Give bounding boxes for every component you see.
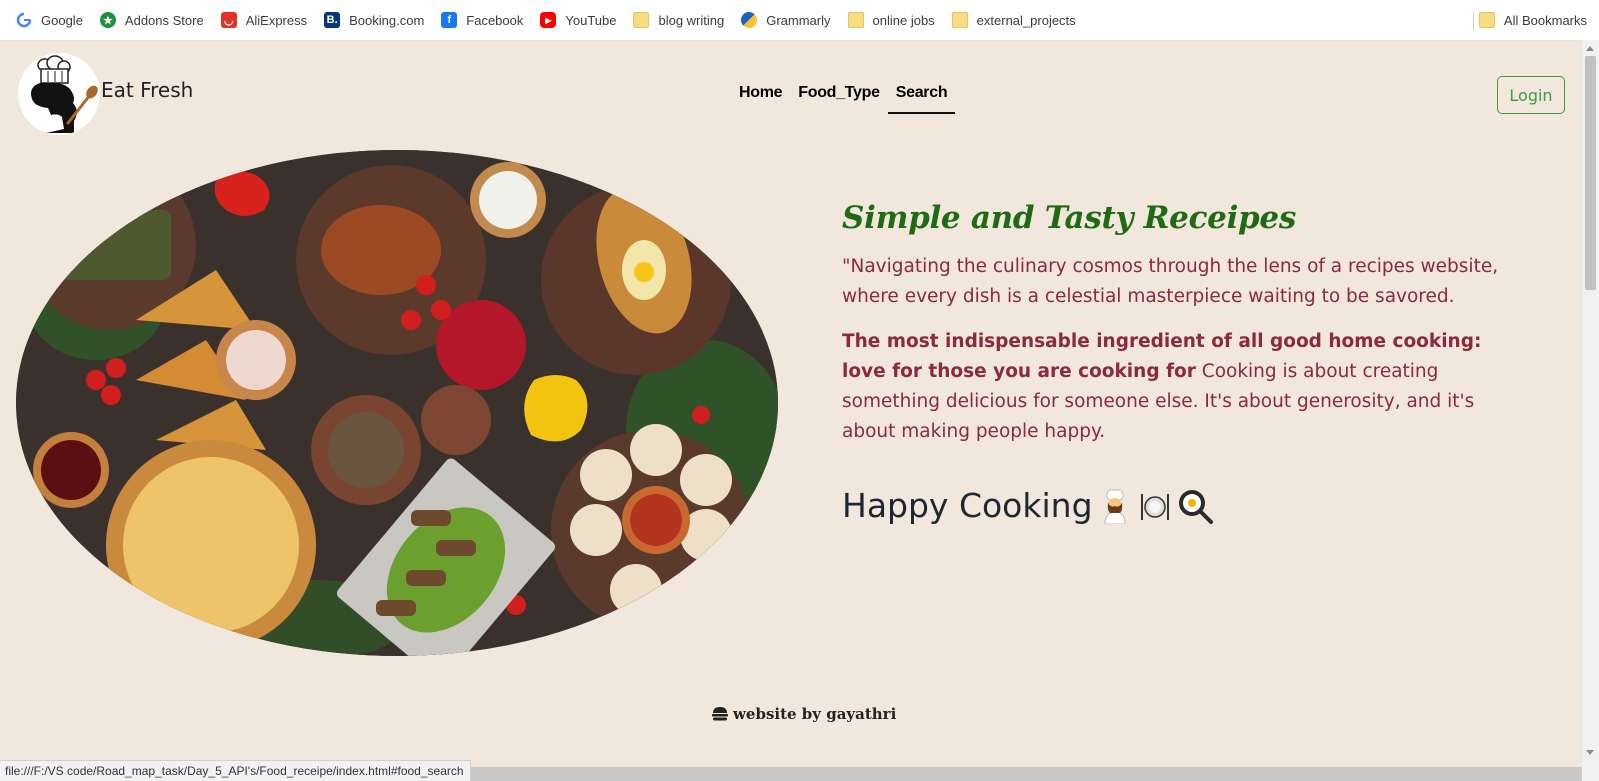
- login-button[interactable]: Login: [1497, 76, 1565, 114]
- addons-store-icon: ★: [99, 12, 116, 28]
- burger-icon: [712, 707, 728, 721]
- hero-quote: "Navigating the culinary cosmos through …: [842, 256, 1499, 307]
- chef-logo-icon: [31, 55, 98, 133]
- all-bookmarks-label: All Bookmarks: [1503, 12, 1587, 28]
- nav-food-type[interactable]: Food_Type: [790, 80, 887, 114]
- hero-tagline: Simple and Tasty Receipes: [842, 200, 1297, 236]
- bookmark-external-projects[interactable]: external_projects: [951, 12, 1076, 28]
- scroll-up-icon[interactable]: [1586, 46, 1594, 51]
- hero-food-image: [16, 150, 778, 656]
- all-bookmarks[interactable]: All Bookmarks: [1478, 0, 1587, 40]
- main-nav: Home Food_Type Search: [737, 80, 956, 114]
- bookmark-addons-store[interactable]: ★ Addons Store: [99, 12, 204, 28]
- happy-cooking: Happy Cooking: [842, 486, 1213, 525]
- vertical-scrollbar[interactable]: [1582, 40, 1599, 781]
- bookmark-label: Grammarly: [766, 12, 831, 28]
- footer: website by gayathri: [712, 705, 896, 723]
- bookmark-grammarly[interactable]: Grammarly: [741, 12, 831, 28]
- folder-icon: [847, 12, 864, 28]
- nav-search[interactable]: Search: [887, 80, 956, 114]
- bookmark-google[interactable]: Google: [16, 12, 83, 28]
- bookmark-label: Addons Store: [124, 12, 204, 28]
- hero-paragraph: The most indispensable ingredient of all…: [842, 327, 1522, 447]
- bookmark-label: online jobs: [872, 12, 935, 28]
- bookmark-label: YouTube: [565, 12, 617, 28]
- grammarly-icon: [741, 12, 758, 28]
- folder-icon: [951, 12, 968, 28]
- cook-emoji-icon: [1104, 489, 1126, 524]
- happy-cooking-text: Happy Cooking: [842, 486, 1093, 525]
- bookmark-label: Booking.com: [349, 12, 425, 28]
- folder-icon: [633, 12, 650, 28]
- youtube-icon: ▶: [540, 12, 557, 28]
- bookmark-label: Google: [41, 12, 83, 28]
- scroll-thumb[interactable]: [1585, 56, 1596, 290]
- scroll-down-icon[interactable]: [1586, 750, 1594, 755]
- footer-credit: website by gayathri: [733, 705, 897, 723]
- aliexpress-icon: ◡: [220, 12, 237, 28]
- bookmark-facebook[interactable]: f Facebook: [441, 12, 523, 28]
- bookmark-online-jobs[interactable]: online jobs: [847, 12, 935, 28]
- bookmark-label: external_projects: [976, 12, 1076, 28]
- nav-home[interactable]: Home: [737, 80, 790, 114]
- brand-name[interactable]: Eat Fresh: [101, 78, 193, 102]
- folder-icon: [1478, 12, 1495, 28]
- bookmark-aliexpress[interactable]: ◡ AliExpress: [220, 12, 308, 28]
- frying-pan-icon: [1178, 489, 1213, 524]
- booking-icon: B.: [324, 12, 341, 28]
- chef-logo[interactable]: [18, 53, 100, 135]
- bookmarks-bar: Google ★ Addons Store ◡ AliExpress B. Bo…: [0, 0, 1599, 41]
- food-spread-image: [16, 150, 778, 656]
- facebook-icon: f: [441, 12, 458, 28]
- plate-cutlery-icon: [1140, 493, 1169, 520]
- bookmark-booking[interactable]: B. Booking.com: [324, 12, 424, 28]
- bookmark-label: blog writing: [658, 12, 725, 28]
- bookmark-youtube[interactable]: ▶ YouTube: [540, 12, 616, 28]
- bookmark-blog-writing[interactable]: blog writing: [633, 12, 724, 28]
- bookmark-separator: [1473, 12, 1474, 30]
- status-url: file:///F:/VS code/Road_map_task/Day_5_A…: [0, 760, 471, 781]
- bookmark-label: Facebook: [466, 12, 524, 28]
- google-icon: [16, 12, 32, 28]
- bookmark-label: AliExpress: [245, 12, 308, 28]
